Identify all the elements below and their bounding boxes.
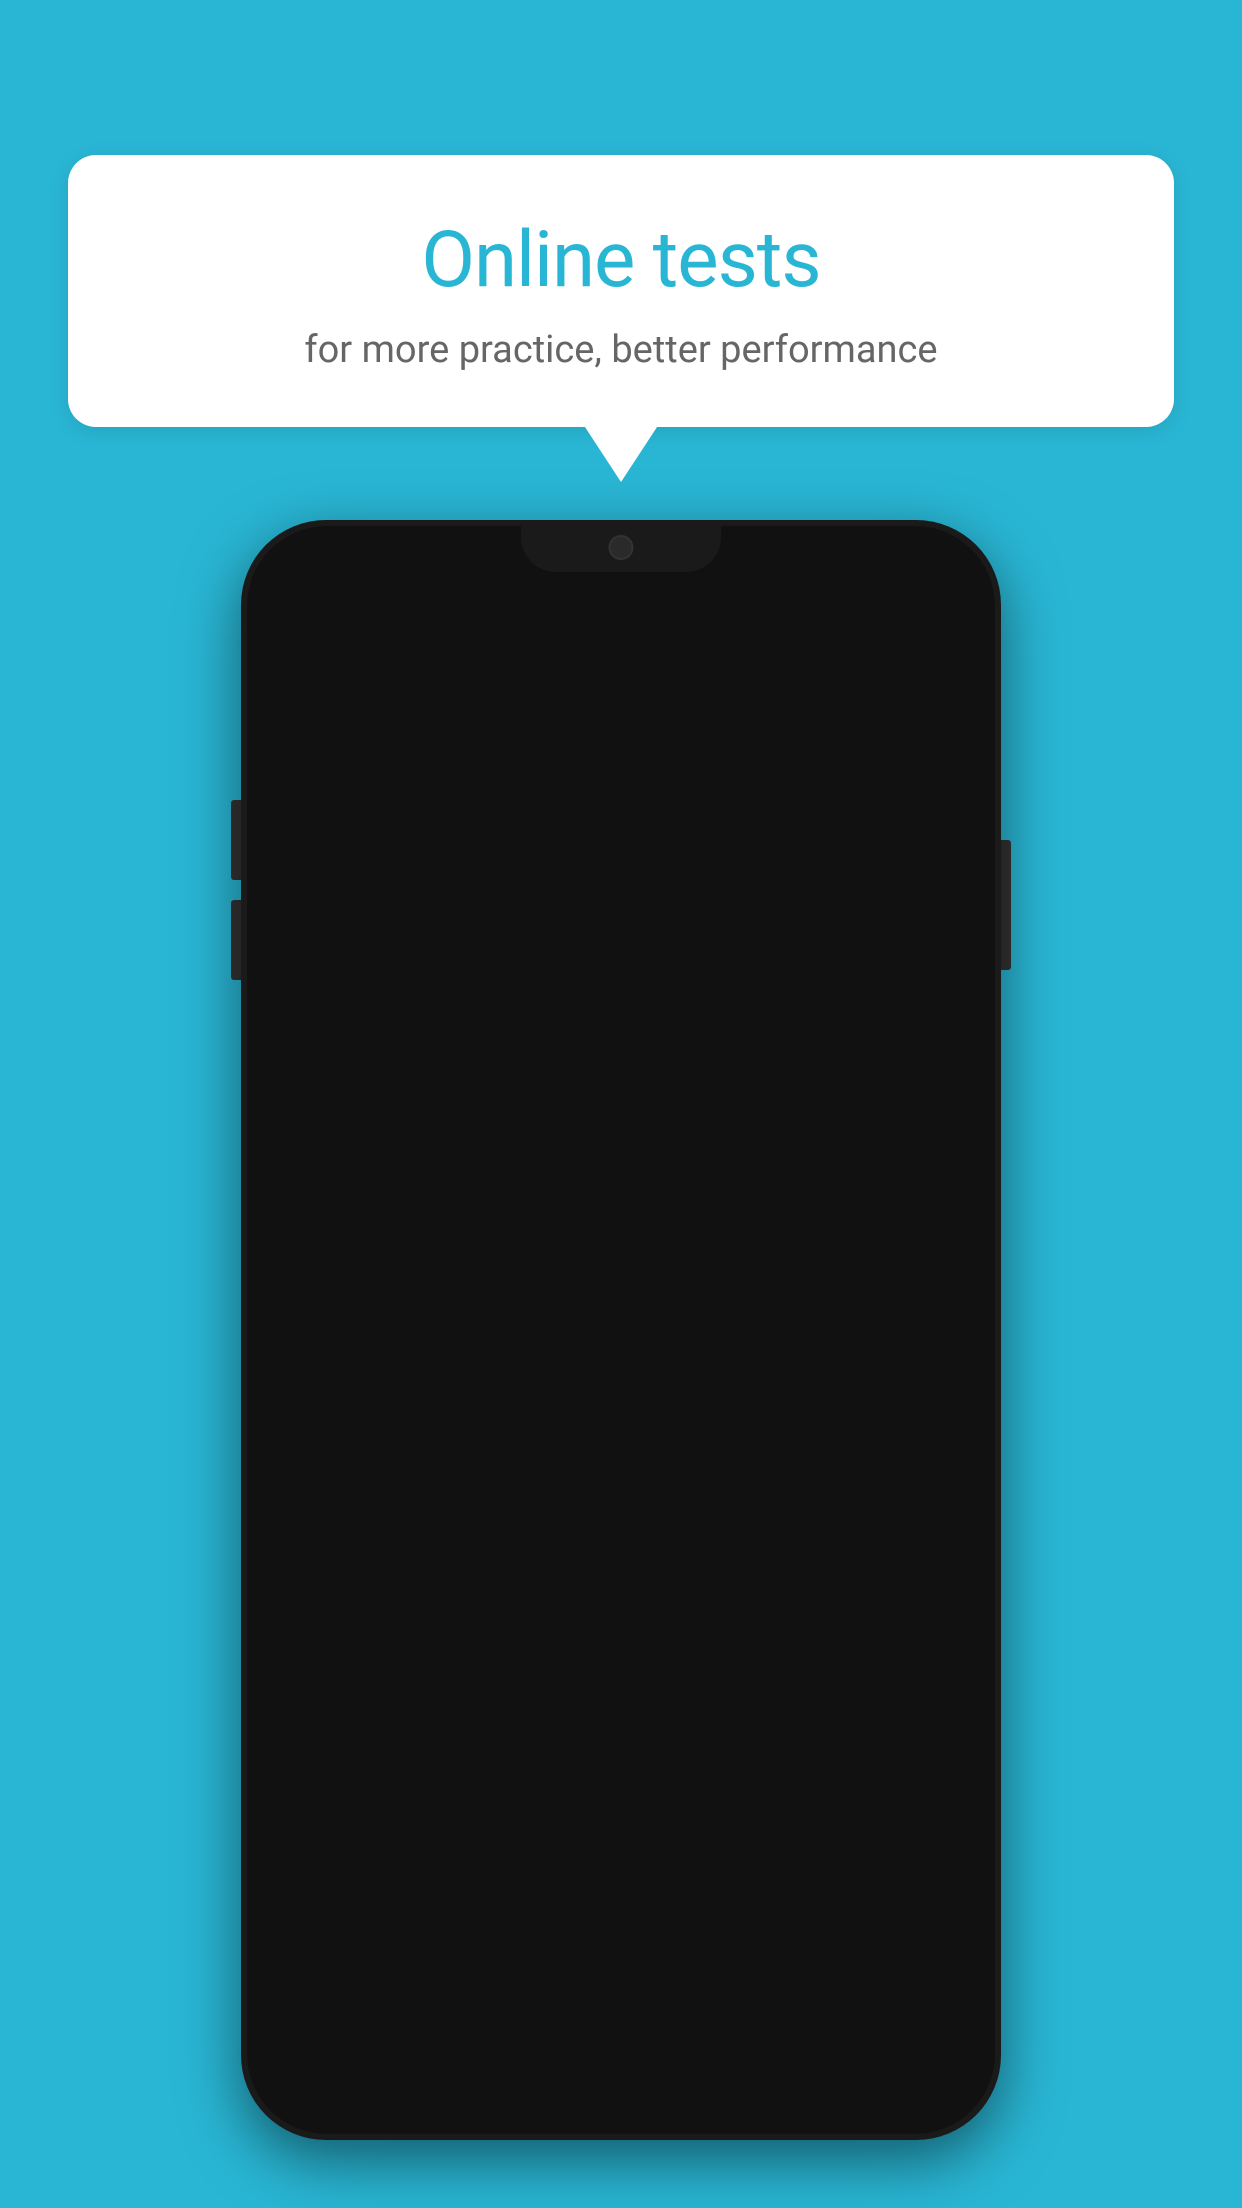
status-time: 14:29	[290, 550, 361, 583]
test-list: Reshuffling test by Anurag Starts at Jul…	[255, 957, 987, 1512]
tab-videos[interactable]: VIDEOS	[809, 699, 987, 788]
test-badge-online: Online Test	[806, 1148, 962, 1195]
phone-mockup: 14:29 ▾ ▲ ▮ ← Learning Light MENTS ANNOU…	[241, 520, 1001, 2140]
test-item-content: Reshuffling test by Anurag Starts at Jul…	[280, 985, 801, 1093]
test-item-title: Reshuffling test	[280, 985, 801, 1024]
search-placeholder: Search	[351, 826, 443, 861]
bubble-subtitle: for more practice, better performance	[118, 328, 1124, 372]
search-icon	[305, 825, 333, 861]
test-item-author: by Anurag	[280, 1428, 791, 1456]
signal-icon: ▲	[905, 552, 929, 581]
back-button[interactable]: ←	[285, 626, 325, 673]
test-item-time: Ends at Jul 06, 10:45 AM	[280, 1263, 791, 1291]
phone-side-button-vol-up	[231, 800, 241, 880]
search-container: Search	[255, 789, 987, 897]
phone-side-button-power	[1001, 840, 1011, 970]
test-item-content: Conservation of momentum-Equilibrium by …	[280, 1342, 791, 1489]
test-item-author: by Anurag	[280, 1032, 801, 1060]
nav-tabs: MENTS ANNOUNCEMENTS TESTS VIDEOS	[255, 699, 987, 789]
ongoing-section-header: ONGOING (3)	[255, 897, 987, 957]
test-item-author: by Anurag	[280, 1230, 791, 1258]
tab-announcements[interactable]: ANNOUNCEMENTS	[433, 699, 631, 788]
status-bar: 14:29 ▾ ▲ ▮	[255, 534, 987, 599]
status-icons: ▾ ▲ ▮	[883, 552, 952, 581]
app-header: ← Learning Light	[255, 599, 987, 699]
bubble-title: Online tests	[118, 215, 1124, 306]
tab-ments[interactable]: MENTS	[255, 699, 433, 788]
battery-icon: ▮	[939, 553, 952, 581]
test-item[interactable]: Newton's Second law(contd)-Newton's Thir…	[255, 1116, 987, 1314]
test-item-content: Newton's Second law(contd)-Newton's Thir…	[280, 1144, 791, 1291]
test-item-title: Conservation of momentum-Equilibrium	[280, 1342, 791, 1420]
test-item-title: Newton's Second law(contd)-Newton's Thir…	[280, 1144, 791, 1222]
tab-tests[interactable]: TESTS	[631, 699, 809, 788]
search-box[interactable]: Search	[280, 807, 962, 879]
test-badge-class: Class Test	[816, 989, 962, 1034]
test-badge-online: Online Test	[806, 1346, 962, 1393]
phone-screen: 14:29 ▾ ▲ ▮ ← Learning Light MENTS ANNOU…	[255, 534, 987, 2126]
phone-side-button-vol-down	[231, 900, 241, 980]
completed-section-header: COMPLETED (1)	[255, 1512, 987, 1572]
wifi-icon: ▾	[883, 553, 895, 581]
test-item-time: Ends at Jun 10, 06:00 PM	[280, 1461, 791, 1489]
test-item[interactable]: Conservation of momentum-Equilibrium by …	[255, 1314, 987, 1512]
app-title: Learning Light	[350, 626, 610, 673]
test-item[interactable]: Reshuffling test by Anurag Starts at Jul…	[255, 957, 987, 1116]
test-item-time: Starts at Jul 05, 05:45 PM	[280, 1065, 801, 1093]
speech-bubble: Online tests for more practice, better p…	[68, 155, 1174, 427]
